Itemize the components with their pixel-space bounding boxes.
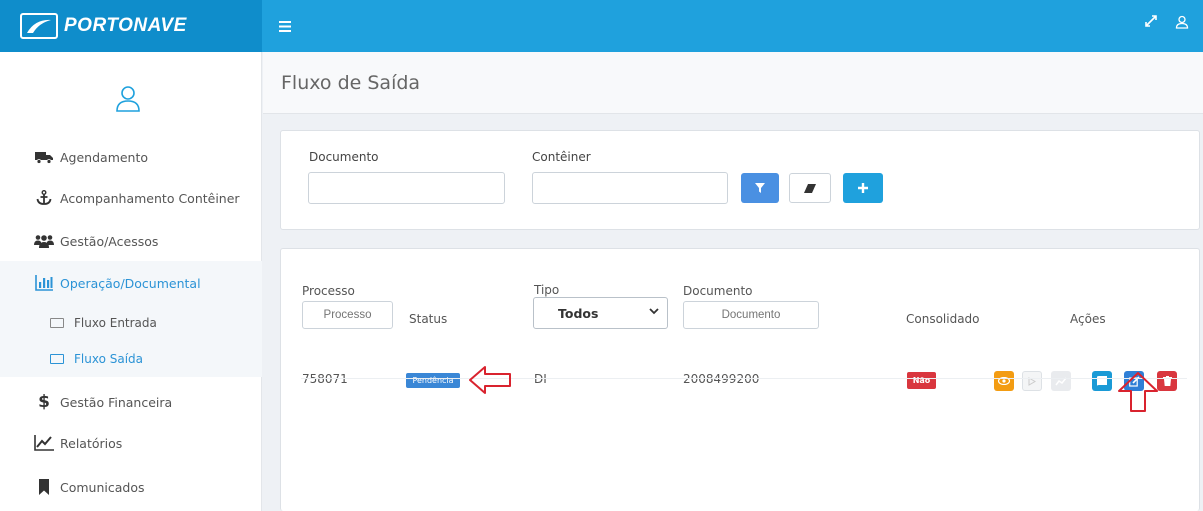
- clear-button[interactable]: [789, 173, 831, 203]
- book-button[interactable]: [1092, 371, 1112, 391]
- sidebar-user-icon[interactable]: [112, 84, 144, 112]
- sidebar-item-gestao-financeira[interactable]: $ Gestão Financeira: [0, 380, 262, 424]
- column-header-tipo: Tipo: [534, 283, 560, 297]
- expand-icon[interactable]: [1145, 15, 1157, 33]
- consolidado-badge: Não: [907, 372, 936, 389]
- table-row-divider: [301, 378, 1187, 379]
- bookmark-icon: [34, 479, 54, 495]
- sidebar-subitem-label: Fluxo Entrada: [74, 316, 157, 330]
- eraser-icon: [804, 183, 816, 193]
- column-header-consolidado: Consolidado: [906, 312, 980, 326]
- sidebar-item-label: Comunicados: [60, 479, 145, 495]
- brand-logo-icon: [20, 13, 58, 39]
- chart-button[interactable]: [1051, 371, 1071, 391]
- documento-label: Documento: [309, 150, 379, 164]
- sidebar-item-label: Operação/Documental: [60, 275, 201, 291]
- sidebar-item-comunicados[interactable]: Comunicados: [0, 465, 262, 509]
- filter-icon: [755, 183, 765, 193]
- monitor-icon: [50, 354, 64, 364]
- documento-input[interactable]: [308, 172, 505, 204]
- hamburger-icon[interactable]: [279, 17, 291, 36]
- filter-button[interactable]: [741, 173, 779, 203]
- dollar-icon: $: [38, 392, 50, 412]
- tipo-select[interactable]: Todos: [533, 297, 668, 329]
- page-title: Fluxo de Saída: [281, 72, 421, 94]
- truck-icon: [34, 151, 54, 164]
- user-icon[interactable]: [1175, 15, 1189, 33]
- brand-name: PORTONAVE: [64, 15, 187, 36]
- annotation-arrow-up-icon: [1118, 372, 1158, 412]
- line-chart-icon: [34, 435, 54, 451]
- documento-filter-input[interactable]: [683, 301, 819, 329]
- plus-icon: [858, 183, 868, 193]
- column-header-acoes: Ações: [1070, 312, 1106, 326]
- annotation-arrow-left-icon: [469, 366, 511, 394]
- top-bar: PORTONAVE: [0, 0, 1203, 52]
- conteiner-input[interactable]: [532, 172, 728, 204]
- cell-documento: 2008499200: [683, 372, 760, 386]
- sidebar-item-relatorios[interactable]: Relatórios: [0, 421, 262, 465]
- cell-tipo: DI: [534, 372, 547, 386]
- sidebar-subitem-fluxo-saida[interactable]: Fluxo Saída: [0, 341, 262, 377]
- view-button[interactable]: [994, 371, 1014, 391]
- bar-chart-icon: [34, 275, 54, 291]
- page-header: Fluxo de Saída: [263, 52, 1203, 114]
- sidebar-subitem-fluxo-entrada[interactable]: Fluxo Entrada: [0, 305, 262, 341]
- add-button[interactable]: [843, 173, 883, 203]
- sidebar-item-operacao-documental[interactable]: Operação/Documental: [0, 261, 262, 305]
- sidebar-item-agendamento[interactable]: Agendamento: [0, 135, 262, 179]
- chevron-down-icon: [649, 307, 659, 318]
- monitor-icon: [50, 318, 64, 328]
- delete-button[interactable]: [1157, 371, 1177, 391]
- cell-processo: 758071: [302, 372, 348, 386]
- column-header-processo: Processo: [302, 284, 355, 298]
- conteiner-label: Contêiner: [532, 150, 591, 164]
- status-badge: Pendência: [406, 373, 460, 388]
- sidebar-item-label: Gestão Financeira: [60, 394, 173, 410]
- column-header-status: Status: [409, 312, 448, 326]
- anchor-icon: [34, 190, 54, 206]
- tipo-select-value: Todos: [558, 305, 599, 321]
- sidebar-item-label: Gestão/Acessos: [60, 233, 159, 249]
- sidebar-item-label: Acompanhamento Contêiner: [60, 190, 240, 206]
- sidebar-item-label: Relatórios: [60, 435, 123, 451]
- sidebar-item-gestao-acessos[interactable]: Gestão/Acessos: [0, 219, 262, 263]
- play-button[interactable]: [1022, 371, 1042, 391]
- users-icon: [34, 234, 54, 248]
- processo-filter-input[interactable]: [302, 301, 393, 329]
- sidebar: Agendamento Acompanhamento Contêiner Ges…: [0, 52, 262, 511]
- brand[interactable]: PORTONAVE: [0, 0, 262, 52]
- column-header-documento: Documento: [683, 284, 753, 298]
- sidebar-item-acompanhamento[interactable]: Acompanhamento Contêiner: [0, 176, 262, 220]
- sidebar-item-label: Agendamento: [60, 149, 149, 165]
- sidebar-subitem-label: Fluxo Saída: [74, 352, 144, 366]
